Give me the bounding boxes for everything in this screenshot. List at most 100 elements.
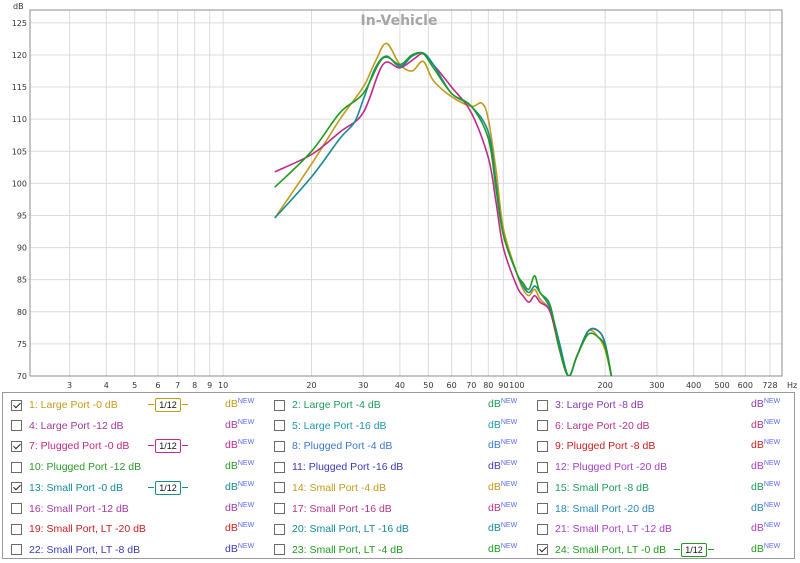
legend-unit-link[interactable]: dBNEW [488,502,517,514]
series-line-4 [274,51,613,376]
legend-checkbox[interactable] [274,503,285,514]
legend-item[interactable]: 4: Large Port -12 dB [11,417,124,435]
legend-item[interactable]: 9: Plugged Port -8 dB [537,437,655,455]
legend-checkbox[interactable] [274,482,285,494]
legend-unit: dB [225,460,238,473]
measurement-legend: 1: Large Port -0 dB 1/12 dBNEW 2: Large Por… [2,392,795,559]
y-tick-label: 100 [12,179,27,188]
legend-item[interactable]: 21: Small Port, LT -12 dB [537,520,672,538]
legend-unit: dB [488,398,501,410]
legend-item[interactable]: 16: Small Port -12 dB [11,500,129,518]
legend-item[interactable]: 22: Small Port, LT -8 dB [11,541,140,559]
legend-checkbox[interactable] [11,482,22,494]
x-axis-unit: Hz [787,381,797,390]
legend-checkbox[interactable] [274,461,285,473]
legend-checkbox[interactable] [274,399,285,411]
legend-item[interactable]: 24: Small Port, LT -0 dB [537,541,666,559]
legend-checkbox[interactable] [11,420,22,432]
legend-unit-link[interactable]: dBNEW [225,522,254,534]
smoothing-badge[interactable]: 1/12 [148,439,188,454]
legend-item[interactable]: 15: Small Port -8 dB [537,479,649,497]
legend-checkbox[interactable] [11,544,22,556]
legend-unit-new: NEW [763,398,781,405]
y-tick-label: 85 [17,276,27,285]
x-tick-label: 80 [483,381,493,390]
legend-unit-link[interactable]: dBNEW [488,439,517,451]
legend-label: 21: Small Port, LT -12 dB [555,523,672,536]
legend-item[interactable]: 17: Small Port -16 dB [274,500,392,518]
legend-item[interactable]: 3: Large Port -8 dB [537,396,644,414]
legend-unit-link[interactable]: dBNEW [751,398,780,410]
legend-unit: dB [488,439,501,452]
legend-item[interactable]: 8: Plugged Port -4 dB [274,437,392,455]
legend-checkbox[interactable] [11,440,22,452]
legend-checkbox[interactable] [11,399,22,411]
legend-unit: dB [488,542,501,555]
legend-unit-new: NEW [237,542,255,550]
legend-checkbox[interactable] [11,461,22,473]
legend-unit-link[interactable]: dBNEW [751,502,780,514]
x-tick-label: 100 [509,381,524,390]
legend-unit-link[interactable]: dBNEW [225,419,254,431]
legend-checkbox[interactable] [274,440,285,452]
legend-unit-link[interactable]: dBNEW [751,419,780,431]
legend-unit-link[interactable]: dBNEW [488,543,517,555]
legend-unit-link[interactable]: dBNEW [751,460,780,472]
legend-item[interactable]: 7: Plugged Port -0 dB [11,437,129,455]
legend-item[interactable]: 6: Large Port -20 dB [537,417,650,435]
legend-checkbox[interactable] [11,523,22,535]
legend-unit-link[interactable]: dBNEW [751,543,780,555]
legend-label: 15: Small Port -8 dB [555,481,649,494]
legend-checkbox[interactable] [274,544,285,556]
legend-checkbox[interactable] [537,523,548,535]
x-tick-label: 600 [738,381,753,390]
legend-unit-link[interactable]: dBNEW [225,543,254,555]
legend-item[interactable]: 23: Small Port, LT -4 dB [274,541,403,559]
legend-unit-link[interactable]: dBNEW [488,460,517,472]
legend-unit-link[interactable]: dBNEW [751,522,780,534]
legend-unit-link[interactable]: dBNEW [225,439,254,451]
legend-item[interactable]: 20: Small Port, LT -16 dB [274,520,409,538]
legend-item[interactable]: 12: Plugged Port -20 dB [537,458,667,476]
legend-unit: dB [751,398,764,410]
legend-unit-link[interactable]: dBNEW [488,522,517,534]
legend-unit-link[interactable]: dBNEW [225,398,254,410]
legend-item[interactable]: 1: Large Port -0 dB [11,396,118,414]
legend-item[interactable]: 13: Small Port -0 dB [11,479,123,497]
legend-unit: dB [225,398,238,410]
legend-unit-new: NEW [500,542,518,550]
smoothing-badge[interactable]: 1/12 [148,398,188,412]
y-tick-label: 120 [12,51,27,60]
legend-unit-link[interactable]: dBNEW [488,419,517,431]
legend-label: 22: Small Port, LT -8 dB [29,543,141,556]
legend-item[interactable]: 11: Plugged Port -16 dB [274,458,403,476]
legend-checkbox[interactable] [537,399,548,411]
legend-item[interactable]: 5: Large Port -16 dB [274,417,387,435]
smoothing-badge[interactable]: 1/12 [148,480,188,495]
legend-unit-link[interactable]: dBNEW [488,481,517,493]
legend-checkbox[interactable] [537,544,548,556]
legend-label: 4: Large Port -12 dB [29,419,124,432]
legend-unit-link[interactable]: dBNEW [225,460,254,472]
legend-label: 24: Small Port, LT -0 dB [555,543,667,556]
smoothing-badge[interactable]: 1/12 [674,542,714,557]
legend-checkbox[interactable] [537,440,548,452]
legend-item[interactable]: 18: Small Port -20 dB [537,500,655,518]
legend-item[interactable]: 2: Large Port -4 dB [274,396,381,414]
legend-item[interactable]: 19: Small Port, LT -20 dB [11,520,146,538]
legend-unit-link[interactable]: dBNEW [488,398,517,410]
legend-checkbox[interactable] [274,523,285,535]
legend-checkbox[interactable] [537,482,548,494]
legend-checkbox[interactable] [11,503,22,514]
legend-item[interactable]: 10: Plugged Port -12 dB [11,458,141,476]
x-tick-label: 60 [447,381,457,390]
legend-checkbox[interactable] [537,461,548,473]
legend-checkbox[interactable] [537,420,548,432]
legend-unit-link[interactable]: dBNEW [225,502,254,514]
legend-unit-link[interactable]: dBNEW [751,481,780,493]
legend-item[interactable]: 14: Small Port -4 dB [274,479,386,497]
legend-checkbox[interactable] [274,420,285,432]
legend-unit-link[interactable]: dBNEW [751,439,780,451]
legend-unit-link[interactable]: dBNEW [225,481,254,493]
legend-checkbox[interactable] [537,503,548,514]
